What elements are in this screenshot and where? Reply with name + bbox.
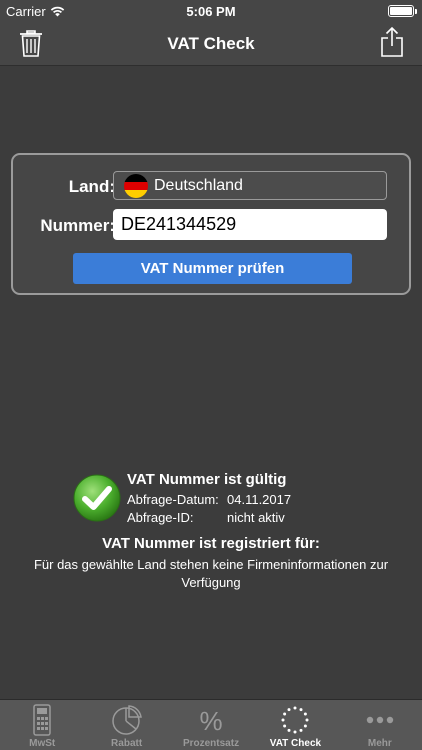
country-value: Deutschland: [154, 176, 243, 194]
tab-label: MwSt: [29, 738, 56, 749]
tab-prozentsatz[interactable]: % Prozentsatz: [169, 700, 253, 750]
tab-mehr[interactable]: Mehr: [338, 700, 422, 750]
tab-label: Prozentsatz: [182, 738, 240, 749]
status-bar: Carrier 5:06 PM: [0, 0, 422, 22]
tab-label: Mehr: [367, 738, 392, 749]
query-date-row: Abfrage-Datum: 04.11.2017: [127, 492, 291, 507]
query-date-label: Abfrage-Datum:: [127, 492, 219, 507]
tab-mwst[interactable]: MwSt: [0, 700, 84, 750]
checkmark-icon: [73, 474, 121, 522]
tab-vat-check[interactable]: VAT Check: [253, 700, 337, 750]
battery-icon: [388, 5, 417, 17]
share-icon[interactable]: [380, 26, 404, 58]
registered-text: Für das gewählte Land stehen keine Firme…: [33, 557, 389, 590]
nummer-label: Nummer:: [40, 216, 115, 235]
query-id-row: Abfrage-ID: nicht aktiv: [127, 510, 285, 525]
vat-number-input[interactable]: [113, 209, 387, 240]
navigation-bar: VAT Check: [0, 22, 422, 66]
tab-label: VAT Check: [269, 738, 322, 749]
germany-flag-icon: [124, 173, 148, 198]
pie-chart-icon: [111, 705, 142, 735]
calculator-icon: [33, 704, 51, 736]
land-label: Land:: [68, 177, 115, 196]
more-icon: [366, 716, 394, 724]
tab-rabatt[interactable]: Rabatt: [84, 700, 168, 750]
tab-label: Rabatt: [111, 738, 143, 749]
vat-form-card: Land: Deutschland Nummer: VAT Nummer prü…: [11, 153, 411, 295]
page-title: VAT Check: [167, 34, 255, 53]
registered-title: VAT Nummer ist registriert für:: [102, 535, 320, 552]
query-date-value: 04.11.2017: [227, 492, 292, 507]
tab-bar: MwSt Rabatt % Prozentsatz VAT Check Mehr: [0, 699, 422, 750]
percent-icon: %: [199, 706, 222, 736]
clock: 5:06 PM: [186, 4, 236, 19]
check-vat-button[interactable]: VAT Nummer prüfen: [73, 253, 352, 284]
valid-status-title: VAT Nummer ist gültig: [127, 471, 287, 488]
query-id-label: Abfrage-ID:: [127, 510, 194, 525]
svg-text:%: %: [199, 706, 222, 736]
eu-stars-icon: [281, 706, 309, 734]
query-id-value: nicht aktiv: [227, 510, 285, 525]
country-select[interactable]: Deutschland: [113, 171, 387, 200]
